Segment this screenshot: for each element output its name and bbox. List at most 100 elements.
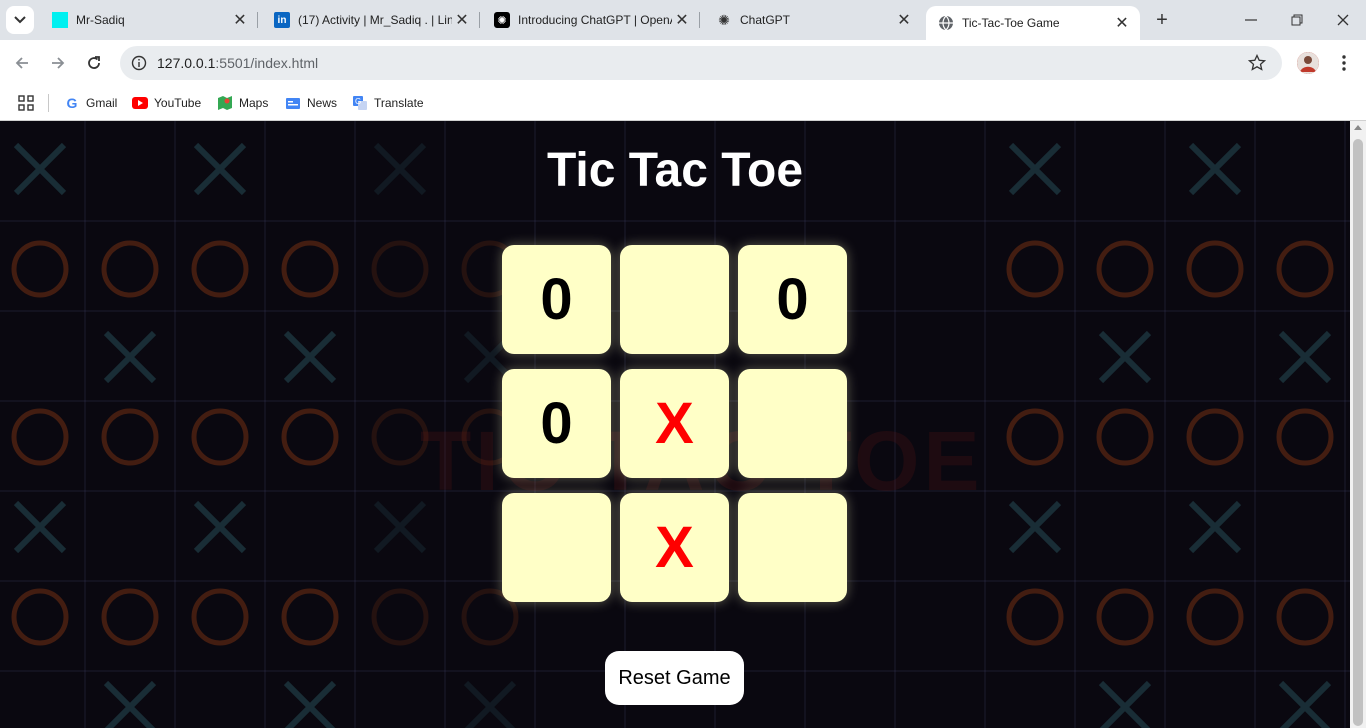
bookmark-youtube[interactable]: YouTube [132,91,201,115]
tab-linkedin[interactable]: in (17) Activity | Mr_Sadiq . | LinkedIn… [262,0,480,40]
board-cell[interactable]: 0 [502,369,611,478]
kebab-menu-icon [1342,55,1346,71]
bookmark-label: Gmail [86,96,118,110]
close-tab-icon[interactable]: ✕ [1112,13,1132,33]
bg-o-symbol [1006,240,1064,298]
restore-icon [1291,14,1303,26]
bg-o-symbol [191,240,249,298]
reset-game-button[interactable]: Reset Game [605,651,744,705]
bookmark-star-icon[interactable] [1246,52,1268,74]
bg-o-symbol [1096,408,1154,466]
bg-o-symbol [1006,588,1064,646]
scroll-up-arrow-icon[interactable] [1354,125,1362,130]
bg-x-symbol [1098,680,1152,728]
bg-x-symbol [1008,500,1062,554]
bg-o-symbol [101,408,159,466]
translate-icon: G [352,95,368,111]
tab-title: (17) Activity | Mr_Sadiq . | LinkedIn [298,13,452,27]
board-cell[interactable]: X [620,493,729,602]
tab-strip: Mr-Sadiq ✕ in (17) Activity | Mr_Sadiq .… [0,0,1366,40]
bookmark-news[interactable]: News [285,91,337,115]
bg-o-symbol [1096,240,1154,298]
minimize-button[interactable] [1228,0,1274,40]
bookmarks-bar: G Gmail YouTube Maps News G Translate [0,86,1366,121]
bg-x-symbol [103,680,157,728]
bg-o-symbol [281,408,339,466]
board-cell[interactable] [620,245,729,354]
tab-tic-tac-toe[interactable]: Tic-Tac-Toe Game ✕ [926,6,1140,40]
url-text: 127.0.0.1:5501/index.html [157,55,318,71]
bg-x-symbol [13,500,67,554]
bookmark-gmail[interactable]: G Gmail [64,91,118,115]
page-scrollbar[interactable] [1350,121,1366,728]
bookmark-translate[interactable]: G Translate [352,91,424,115]
close-tab-icon[interactable]: ✕ [894,10,914,30]
back-arrow-icon [15,57,28,69]
site-info-icon[interactable] [128,52,150,74]
bookmark-label: Translate [374,96,424,110]
bg-o-symbol [101,588,159,646]
close-window-button[interactable] [1320,0,1366,40]
page-title: Tic Tac Toe [546,144,804,197]
address-bar[interactable]: 127.0.0.1:5501/index.html [120,46,1282,80]
tab-title: Tic-Tac-Toe Game [962,16,1060,30]
chevron-down-icon [14,16,26,24]
bg-x-symbol [463,680,517,728]
forward-button[interactable] [44,49,72,77]
bg-x-symbol [1098,330,1152,384]
browser-toolbar: 127.0.0.1:5501/index.html [0,40,1366,86]
tab-chatgpt[interactable]: ✺ ChatGPT ✕ [704,0,922,40]
bookmark-label: Maps [239,96,269,110]
tab-title: ChatGPT [740,13,791,27]
linkedin-icon: in [274,12,290,28]
tab-mr-sadiq[interactable]: Mr-Sadiq ✕ [40,0,258,40]
bg-o-symbol [1276,240,1334,298]
url-path: :5501/index.html [215,55,319,71]
bg-x-symbol [1278,680,1332,728]
board-cell[interactable]: 0 [738,245,847,354]
bg-o-symbol [1186,408,1244,466]
bg-x-symbol [193,500,247,554]
restore-button[interactable] [1274,0,1320,40]
board-cell[interactable]: X [620,369,729,478]
board-cell[interactable] [738,369,847,478]
close-tab-icon[interactable]: ✕ [672,10,692,30]
apps-button[interactable] [18,91,34,115]
reload-button[interactable] [80,49,108,77]
reload-icon [88,56,100,69]
bookmark-maps[interactable]: Maps [217,91,268,115]
youtube-icon [132,95,148,111]
cyan-square-icon [52,12,68,28]
globe-icon [938,15,954,31]
bg-o-symbol [1186,588,1244,646]
close-tab-icon[interactable]: ✕ [452,10,472,30]
profile-avatar[interactable] [1297,52,1319,74]
board-cell[interactable] [502,493,611,602]
bg-o-symbol [371,408,429,466]
bg-o-symbol [11,588,69,646]
bookmark-label: YouTube [154,96,202,110]
tab-search-button[interactable] [6,6,34,34]
bg-o-symbol [101,240,159,298]
bg-o-symbol [11,408,69,466]
bg-o-symbol [1096,588,1154,646]
new-tab-button[interactable]: + [1150,8,1174,32]
bg-o-symbol [371,588,429,646]
bg-x-symbol [283,680,337,728]
board-cell[interactable] [738,493,847,602]
board-cell[interactable]: 0 [502,245,611,354]
bg-o-symbol [1006,408,1064,466]
bg-o-symbol [191,408,249,466]
svg-text:G: G [355,97,361,106]
bg-x-symbol [373,500,427,554]
close-tab-icon[interactable]: ✕ [230,10,250,30]
google-icon: G [66,95,78,111]
bg-o-symbol [1186,240,1244,298]
bg-o-symbol [281,240,339,298]
back-button[interactable] [8,49,36,77]
scrollbar-thumb[interactable] [1353,139,1363,726]
bg-o-symbol [1276,588,1334,646]
browser-menu-button[interactable] [1334,50,1354,76]
bookmark-label: News [307,96,338,110]
tab-introducing-chatgpt[interactable]: ✺ Introducing ChatGPT | OpenAI ✕ [482,0,700,40]
